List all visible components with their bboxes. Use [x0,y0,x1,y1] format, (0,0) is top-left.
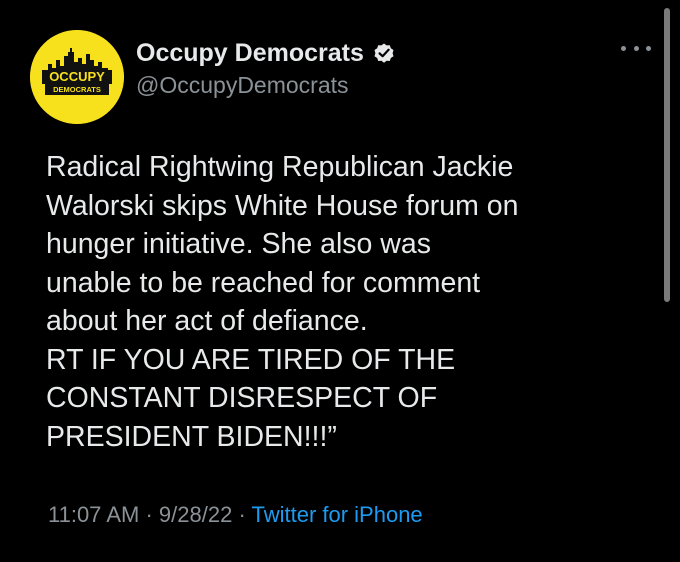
more-dot [646,45,651,51]
tweet-text-line: CONSTANT DISRESPECT OF [46,382,438,414]
tweet-source-link[interactable]: Twitter for iPhone [251,502,422,527]
meta-separator: · [238,502,246,527]
more-options-icon[interactable] [621,41,651,55]
tweet-text-line: PRESIDENT BIDEN!!!” [46,420,337,453]
avatar[interactable]: OCCUPY DEMOCRATS [30,30,124,124]
scrollbar[interactable] [664,8,670,302]
avatar-subtitle: DEMOCRATS [53,85,101,94]
more-dot [633,45,639,51]
tweet-text-line: unable to be reached for comment [46,266,481,299]
tweet-text: Radical Rightwing Republican Jackie Walo… [46,148,656,456]
account-handle[interactable]: @OccupyDemocrats [136,72,396,99]
meta-separator: · [145,502,153,527]
tweet-text-line: Walorski skips White House forum on [46,189,519,222]
verified-badge-icon [372,41,396,65]
tweet-text-line: Radical Rightwing Republican Jackie [46,151,514,183]
tweet-header: Occupy Democrats @OccupyDemocrats [136,36,396,99]
tweet-time[interactable]: 11:07 AM [48,502,139,527]
tweet-metadata: 11:07 AM · 9/28/22 · Twitter for iPhone [48,502,423,528]
tweet-text-line: hunger initiative. She also was [46,228,431,260]
tweet-text-line: RT IF YOU ARE TIRED OF THE [46,343,456,376]
tweet-text-line: about her act of defiance. [46,305,368,337]
name-row: Occupy Democrats [136,36,396,70]
more-dot [621,45,626,51]
tweet-card: OCCUPY DEMOCRATS Occupy Democrats @Occup… [0,0,680,562]
display-name[interactable]: Occupy Democrats [136,39,364,68]
avatar-title: OCCUPY [49,69,105,84]
tweet-date[interactable]: 9/28/22 [159,502,232,527]
